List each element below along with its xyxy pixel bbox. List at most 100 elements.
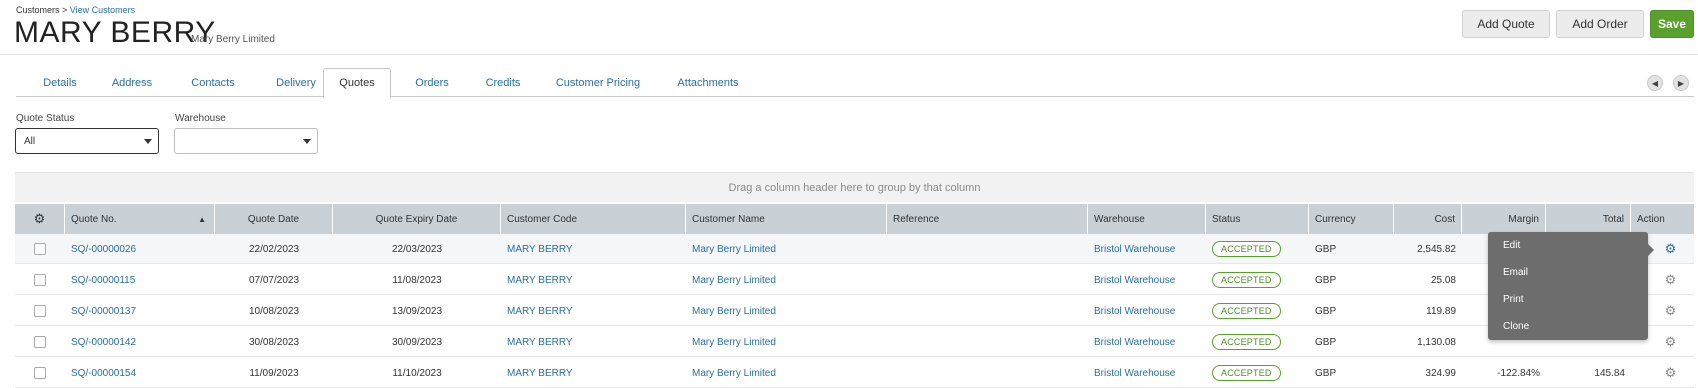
grid-header: ⚙ Quote No. ▲ Quote Date Quote Expiry Dat… [15,204,1694,234]
cell-quote-no[interactable]: SQ/-00000154 [65,358,215,388]
chevron-left-icon[interactable]: ◀ [1647,75,1663,91]
cell-currency: GBP [1315,305,1337,317]
cell-customer-name[interactable]: Mary Berry Limited [686,234,887,264]
column-quote-no[interactable]: Quote No. ▲ [65,204,215,234]
cell-status: ACCEPTED [1206,296,1309,326]
cell-customer-code[interactable]: MARY BERRY [501,296,686,326]
cell-cost: 25.08 [1430,274,1456,286]
breadcrumb-separator: > [59,5,70,15]
cell-customer-name[interactable]: Mary Berry Limited [686,296,887,326]
column-label: Cost [1434,213,1455,225]
table-row[interactable]: SQ/-00000154 11/09/2023 11/10/2023 MARY BER… [15,358,1694,388]
table-row[interactable]: SQ/-00000142 30/08/2023 30/09/2023 MARY BER… [15,327,1694,357]
cell-select [15,296,65,326]
cell-quote-date: 07/07/2023 [248,274,300,286]
breadcrumb-view-customers[interactable]: View Customers [70,5,135,15]
tab-orders[interactable]: Orders [400,68,464,97]
column-margin[interactable]: Margin [1462,204,1546,234]
warehouse-select[interactable] [174,128,318,154]
column-currency[interactable]: Currency [1309,204,1394,234]
gear-icon[interactable]: ⚙ [1665,303,1677,319]
gear-icon[interactable]: ⚙ [34,211,46,227]
gear-icon[interactable]: ⚙ [1665,334,1677,350]
table-row[interactable]: SQ/-00000115 07/07/2023 11/08/2023 MARY BER… [15,265,1694,295]
menu-item-clone[interactable]: Clone [1503,321,1529,332]
cell-customer-name[interactable]: Mary Berry Limited [686,265,887,295]
tab-customer-pricing[interactable]: Customer Pricing [541,68,655,97]
cell-warehouse[interactable]: Bristol Warehouse [1088,327,1206,357]
tab-contacts[interactable]: Contacts [174,68,252,97]
sort-asc-icon: ▲ [198,214,206,224]
cell-customer-code[interactable]: MARY BERRY [501,234,686,264]
row-checkbox[interactable] [34,367,46,379]
row-checkbox[interactable] [34,336,46,348]
column-label: Currency [1315,213,1356,225]
table-row[interactable]: SQ/-00000026 22/02/2023 22/03/2023 MARY BER… [15,234,1694,264]
column-customer-name[interactable]: Customer Name [686,204,887,234]
column-total[interactable]: Total [1546,204,1631,234]
menu-item-email[interactable]: Email [1503,267,1528,278]
cell-warehouse[interactable]: Bristol Warehouse [1088,234,1206,264]
column-quote-date[interactable]: Quote Date [215,204,333,234]
add-quote-button[interactable]: Add Quote [1462,10,1550,38]
column-reference[interactable]: Reference [887,204,1088,234]
column-customer-code[interactable]: Customer Code [501,204,686,234]
cell-warehouse[interactable]: Bristol Warehouse [1088,265,1206,295]
cell-customer-code[interactable]: MARY BERRY [501,265,686,295]
cell-currency: GBP [1315,274,1337,286]
menu-item-edit[interactable]: Edit [1503,240,1520,251]
tab-details[interactable]: Details [30,68,90,97]
cell-warehouse[interactable]: Bristol Warehouse [1088,358,1206,388]
column-cost[interactable]: Cost [1394,204,1462,234]
cell-margin: -122.84% [1497,367,1540,379]
column-label: Warehouse [1094,213,1145,225]
menu-item-print[interactable]: Print [1503,294,1524,305]
cell-select [15,265,65,295]
cell-customer-name[interactable]: Mary Berry Limited [686,327,887,357]
tab-credits[interactable]: Credits [471,68,535,97]
row-checkbox[interactable] [34,305,46,317]
tab-attachments[interactable]: Attachments [660,68,756,97]
status-badge: ACCEPTED [1212,272,1281,288]
chevron-right-icon[interactable]: ▶ [1673,75,1689,91]
gear-icon[interactable]: ⚙ [1665,241,1677,257]
row-checkbox[interactable] [34,274,46,286]
column-settings[interactable]: ⚙ [15,204,65,234]
status-badge: ACCEPTED [1212,365,1281,381]
cell-cost: 324.99 [1425,367,1456,379]
cell-cost: 2,545.82 [1417,243,1456,255]
cell-customer-code[interactable]: MARY BERRY [501,327,686,357]
quote-status-value: All [24,135,36,147]
quote-status-select[interactable]: All [15,128,159,154]
cell-reference [887,327,1088,357]
save-button[interactable]: Save [1650,10,1694,38]
gear-icon[interactable]: ⚙ [1665,365,1677,381]
tab-address[interactable]: Address [96,68,168,97]
column-status[interactable]: Status [1206,204,1309,234]
add-order-button[interactable]: Add Order [1556,10,1644,38]
tab-quotes[interactable]: Quotes [323,68,391,98]
column-warehouse[interactable]: Warehouse [1088,204,1206,234]
cell-customer-name[interactable]: Mary Berry Limited [686,358,887,388]
row-checkbox[interactable] [34,243,46,255]
cell-quote-no[interactable]: SQ/-00000137 [65,296,215,326]
cell-action: ⚙ [1631,358,1694,388]
quote-status-label: Quote Status [16,113,75,124]
cell-select [15,358,65,388]
tab-bar: Details Address Contacts Delivery Quotes… [16,68,1694,98]
cell-customer-code[interactable]: MARY BERRY [501,358,686,388]
cell-quote-no[interactable]: SQ/-00000026 [65,234,215,264]
cell-quote-no[interactable]: SQ/-00000115 [65,265,215,295]
column-quote-expiry-date[interactable]: Quote Expiry Date [333,204,501,234]
cell-quote-no[interactable]: SQ/-00000142 [65,327,215,357]
column-label: Customer Name [692,213,765,225]
cell-currency: GBP [1315,243,1337,255]
cell-reference [887,265,1088,295]
gear-icon[interactable]: ⚙ [1665,272,1677,288]
group-by-panel[interactable]: Drag a column header here to group by th… [15,172,1694,202]
column-label: Action [1637,213,1665,225]
table-row[interactable]: SQ/-00000137 10/08/2023 13/09/2023 MARY BER… [15,296,1694,326]
cell-warehouse[interactable]: Bristol Warehouse [1088,296,1206,326]
cell-reference [887,358,1088,388]
status-badge: ACCEPTED [1212,241,1281,257]
